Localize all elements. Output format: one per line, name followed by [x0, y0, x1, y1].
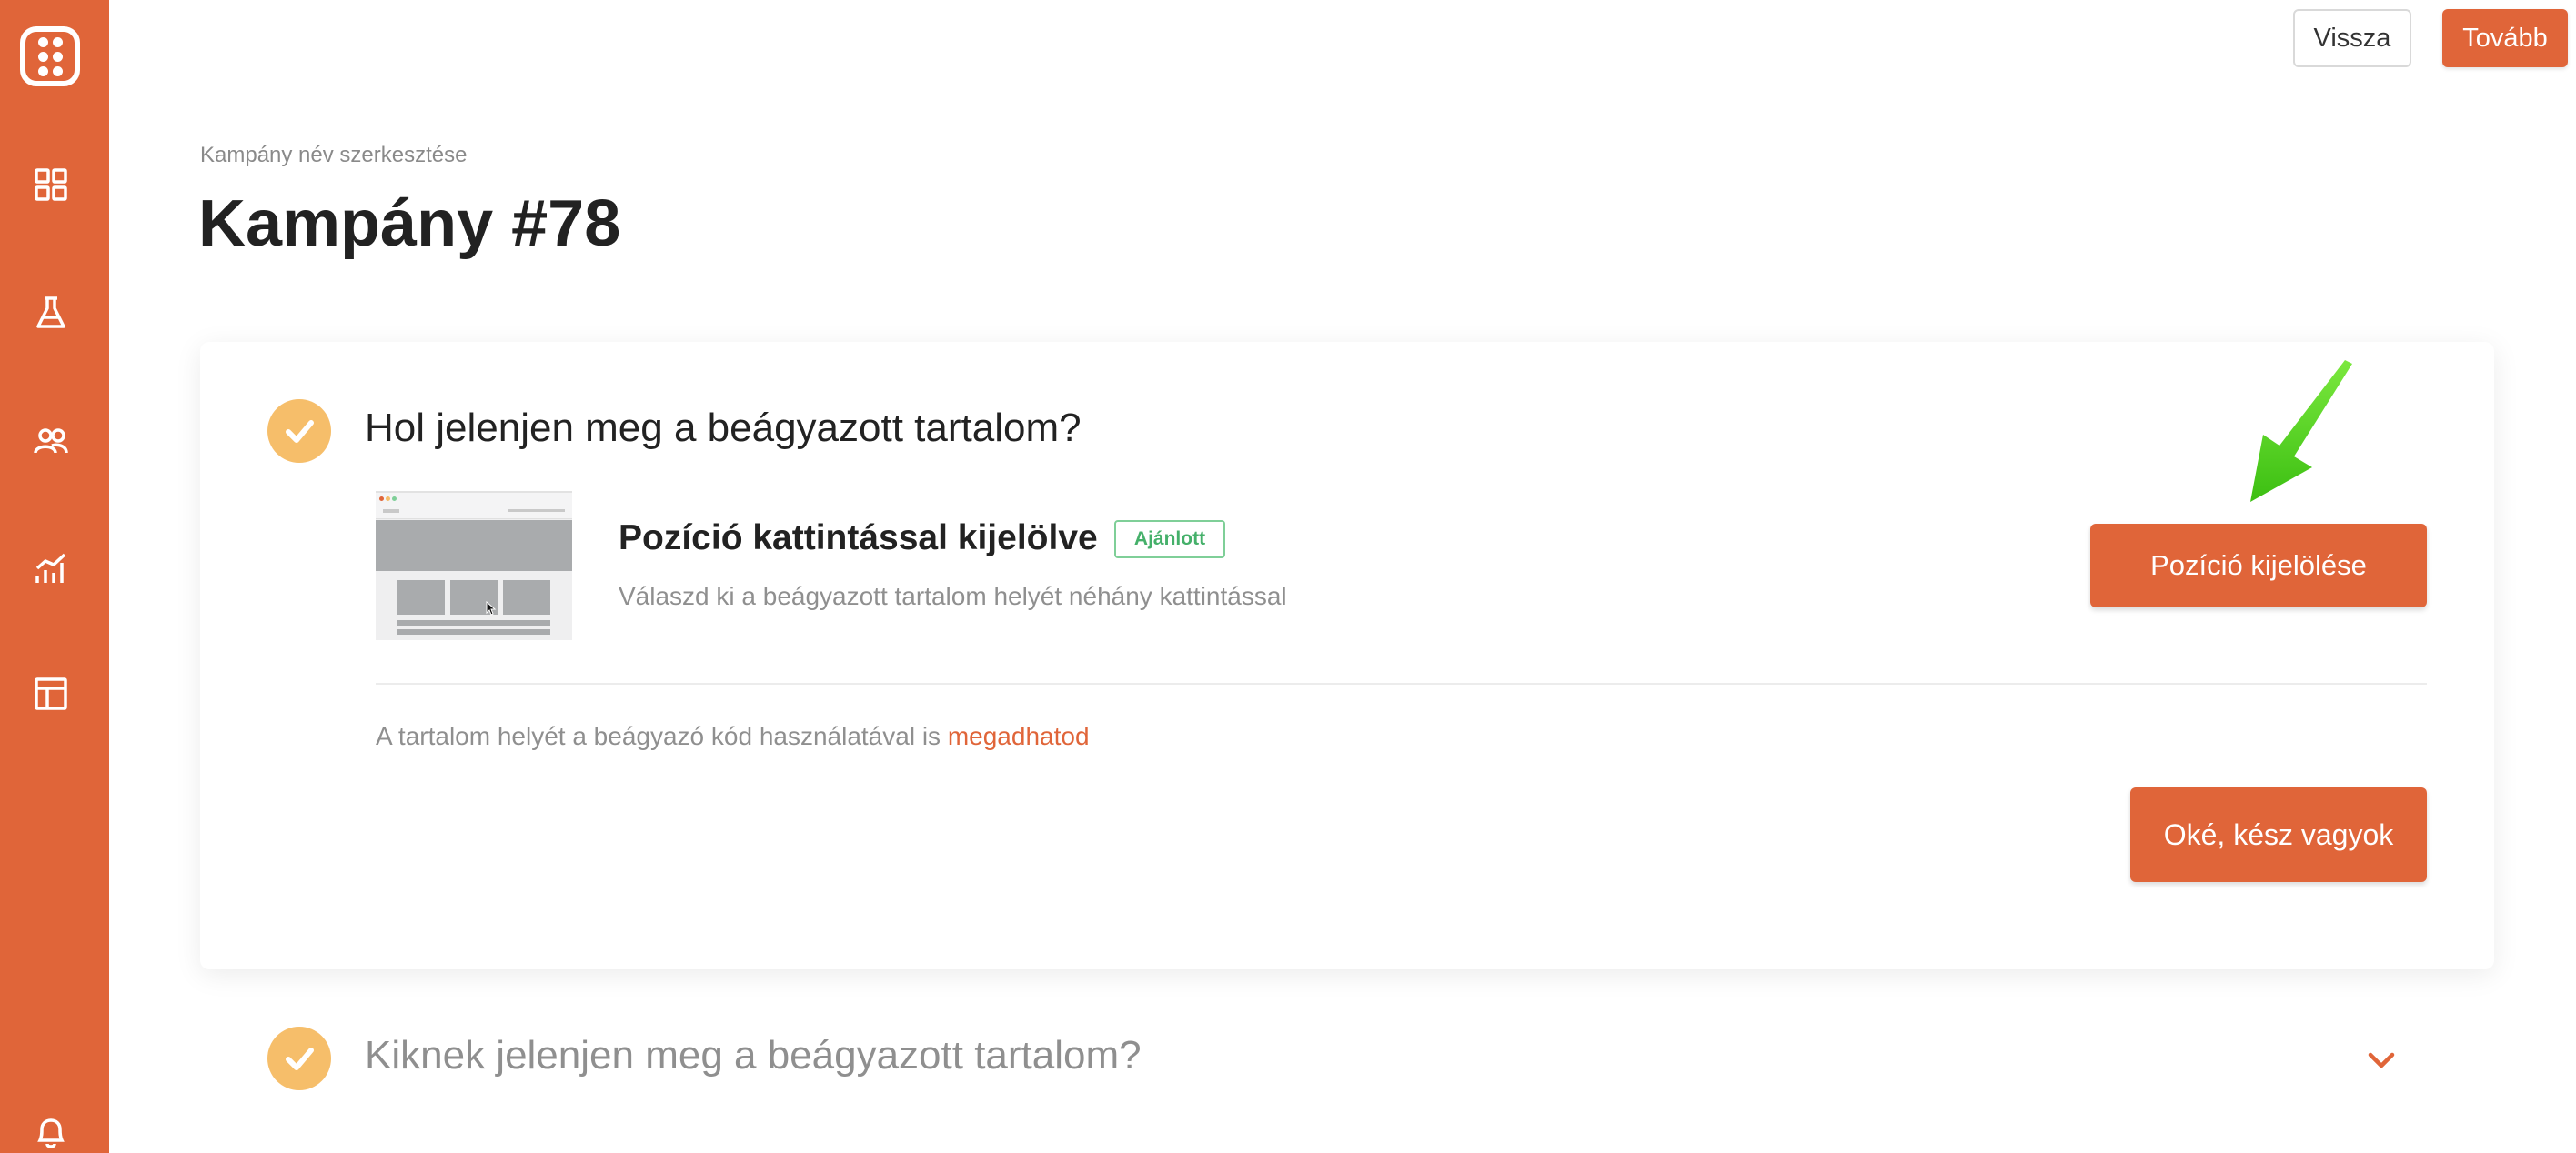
- embed-code-link[interactable]: megadhatod: [948, 722, 1090, 750]
- breadcrumb: Kampány név szerkesztése: [200, 143, 468, 167]
- done-button[interactable]: Oké, kész vagyok: [2130, 787, 2427, 882]
- app-logo[interactable]: [20, 26, 80, 86]
- sidebar: [0, 0, 109, 1153]
- embed-code-note: A tartalom helyét a beágyazó kód használ…: [376, 722, 1090, 751]
- chevron-down-icon[interactable]: [2365, 1044, 2398, 1077]
- flask-icon[interactable]: [33, 295, 69, 331]
- highlight-arrow-icon: [2250, 360, 2352, 502]
- page-title: Kampány #78: [198, 187, 621, 260]
- placement-section-title: Hol jelenjen meg a beágyazott tartalom?: [365, 406, 1082, 450]
- select-position-button[interactable]: Pozíció kijelölése: [2090, 524, 2427, 607]
- next-button[interactable]: Tovább: [2442, 9, 2568, 67]
- embed-note-text: A tartalom helyét a beágyazó kód használ…: [376, 722, 941, 750]
- cursor-icon: [486, 601, 497, 616]
- audience-check-icon: [267, 1027, 331, 1090]
- analytics-chart-icon[interactable]: [33, 550, 69, 587]
- dashboard-grid-icon[interactable]: [33, 166, 69, 203]
- option-title: Pozíció kattintással kijelölve: [619, 518, 1098, 557]
- divider: [376, 683, 2427, 685]
- bell-icon[interactable]: [33, 1115, 69, 1151]
- option-description: Válaszd ki a beágyazott tartalom helyét …: [619, 582, 1287, 610]
- recommended-badge: Ajánlott: [1114, 520, 1225, 558]
- completed-check-icon: [267, 399, 331, 463]
- layout-template-icon[interactable]: [33, 676, 69, 712]
- page-preview-thumbnail: [376, 491, 572, 640]
- users-icon[interactable]: [33, 423, 69, 459]
- back-button[interactable]: Vissza: [2293, 9, 2411, 67]
- audience-section-title[interactable]: Kiknek jelenjen meg a beágyazott tartalo…: [365, 1033, 1142, 1078]
